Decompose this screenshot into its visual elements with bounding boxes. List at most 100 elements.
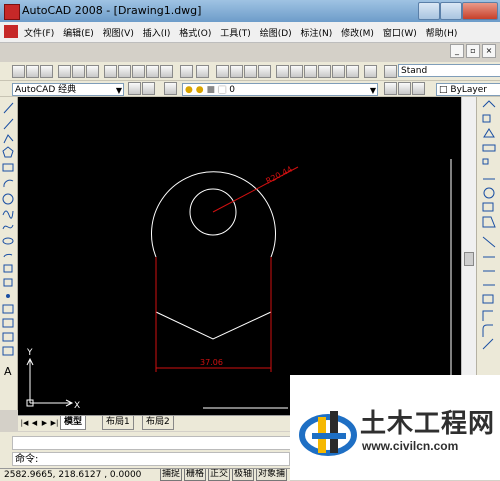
lock-icon: ■	[206, 85, 215, 95]
document-icon[interactable]	[4, 25, 18, 38]
tab-prev-icon[interactable]: ◀	[30, 418, 39, 428]
zoom-realtime-icon[interactable]	[230, 65, 243, 78]
table-icon	[2, 346, 14, 356]
menu-window[interactable]: 窗口(W)	[383, 29, 417, 39]
menu-tools[interactable]: 工具(T)	[220, 29, 251, 39]
tab-first-icon[interactable]: |◀	[20, 418, 29, 428]
undo-icon[interactable]	[180, 65, 193, 78]
help-icon[interactable]	[364, 65, 377, 78]
tab-next-icon[interactable]: ▶	[40, 418, 49, 428]
menu-modify[interactable]: 修改(M)	[341, 29, 374, 39]
osnap-toggle[interactable]: 对象捕	[256, 469, 288, 481]
copy-icon[interactable]	[118, 65, 131, 78]
text-style-icon[interactable]	[384, 65, 397, 78]
print-icon[interactable]	[58, 65, 71, 78]
command-prompt-label: 命令:	[15, 454, 39, 465]
circle-icon	[2, 193, 14, 205]
menu-view[interactable]: 视图(V)	[103, 29, 134, 39]
scrollbar-thumb[interactable]	[464, 252, 474, 266]
menu-help[interactable]: 帮助(H)	[426, 29, 458, 39]
mirror-icon	[483, 128, 495, 138]
match-properties-icon[interactable]	[146, 65, 159, 78]
doc-minimize-button[interactable]: _	[450, 44, 464, 58]
make-block-icon	[3, 278, 13, 287]
spline-icon	[2, 224, 14, 230]
layers-toolbar: AutoCAD 经典 ▼ ● ● ■ ■ 0 ▼ □ ByLayer	[0, 81, 500, 97]
point-icon	[6, 294, 10, 298]
grid-toggle[interactable]: 栅格	[184, 469, 207, 481]
minimize-button[interactable]	[418, 2, 440, 20]
menu-insert[interactable]: 插入(I)	[143, 29, 171, 39]
multiline-text-icon: A	[4, 365, 12, 378]
coordinate-readout: 2582.9665, 218.6127 , 0.0000	[4, 470, 142, 480]
menu-format[interactable]: 格式(O)	[179, 29, 211, 39]
sun-icon: ●	[195, 85, 204, 95]
layer-previous-icon[interactable]	[398, 82, 411, 95]
redo-icon[interactable]	[196, 65, 209, 78]
zoom-window-icon[interactable]	[244, 65, 257, 78]
command-window: 命令:	[0, 432, 292, 468]
tool-palettes-icon[interactable]	[304, 65, 317, 78]
close-button[interactable]	[462, 2, 498, 20]
menu-draw[interactable]: 绘图(D)	[260, 29, 292, 39]
layer-states-icon[interactable]	[412, 82, 425, 95]
hatch-icon	[2, 304, 14, 314]
drawing-canvas[interactable]: R20.44 37.06 Y X	[18, 97, 461, 415]
stretch-icon	[482, 216, 496, 228]
chevron-down-icon: ▼	[115, 86, 122, 95]
ellipse-icon	[2, 237, 14, 245]
text-style-dropdown[interactable]: Stand	[398, 64, 500, 77]
zoom-previous-icon[interactable]	[258, 65, 271, 78]
lightbulb-icon: ●	[185, 85, 193, 95]
color-value: ByLayer	[450, 85, 487, 95]
watermark-site-name: 土木工程网	[360, 408, 496, 438]
tab-model[interactable]: 模型	[60, 416, 87, 430]
sheet-set-icon[interactable]	[318, 65, 331, 78]
tab-layout1[interactable]: 布局1	[102, 416, 134, 430]
join-icon	[482, 294, 494, 304]
trim-icon	[482, 236, 496, 248]
tab-last-icon[interactable]: ▶|	[50, 418, 59, 428]
maximize-button[interactable]	[440, 2, 462, 20]
chamfer-icon	[482, 310, 493, 321]
modify-toolbar	[476, 97, 500, 410]
menu-edit[interactable]: 编辑(E)	[63, 29, 94, 39]
menu-bar: 文件(F) 编辑(E) 视图(V) 插入(I) 格式(O) 工具(T) 绘图(D…	[0, 22, 500, 43]
region-icon	[2, 332, 14, 342]
ucs-y-label: Y	[26, 348, 33, 358]
design-center-icon[interactable]	[290, 65, 303, 78]
preview-icon[interactable]	[72, 65, 85, 78]
v-notch-lines	[155, 311, 272, 340]
cut-icon[interactable]	[104, 65, 117, 78]
tab-layout2[interactable]: 布局2	[142, 416, 174, 430]
workspace-save-icon[interactable]	[142, 82, 155, 95]
layer-value: 0	[229, 85, 235, 95]
polyline-icon	[3, 134, 14, 144]
command-input[interactable]: 命令:	[12, 452, 290, 466]
menu-file[interactable]: 文件(F)	[24, 29, 54, 39]
save-icon[interactable]	[40, 65, 53, 78]
markup-icon[interactable]	[332, 65, 345, 78]
doc-restore-button[interactable]: ▫	[466, 44, 480, 58]
new-icon[interactable]	[12, 65, 25, 78]
workspace-dropdown[interactable]: AutoCAD 经典 ▼	[12, 83, 124, 96]
open-icon[interactable]	[26, 65, 39, 78]
layer-dropdown[interactable]: ● ● ■ ■ 0 ▼	[182, 83, 378, 96]
vertical-scrollbar[interactable]	[461, 97, 477, 415]
paste-icon[interactable]	[132, 65, 145, 78]
snap-toggle[interactable]: 捕捉	[160, 469, 183, 481]
properties-icon[interactable]	[276, 65, 289, 78]
doc-close-button[interactable]: ×	[482, 44, 496, 58]
publish-icon[interactable]	[86, 65, 99, 78]
block-editor-icon[interactable]	[160, 65, 173, 78]
polar-toggle[interactable]: 极轴	[232, 469, 255, 481]
ortho-toggle[interactable]: 正交	[208, 469, 231, 481]
color-dropdown[interactable]: □ ByLayer	[436, 83, 500, 96]
offset-icon	[482, 144, 496, 152]
calculator-icon[interactable]	[346, 65, 359, 78]
layer-manager-icon[interactable]	[164, 82, 177, 95]
workspace-settings-icon[interactable]	[128, 82, 141, 95]
menu-dimension[interactable]: 标注(N)	[301, 29, 333, 39]
make-current-layer-icon[interactable]	[384, 82, 397, 95]
pan-icon[interactable]	[216, 65, 229, 78]
